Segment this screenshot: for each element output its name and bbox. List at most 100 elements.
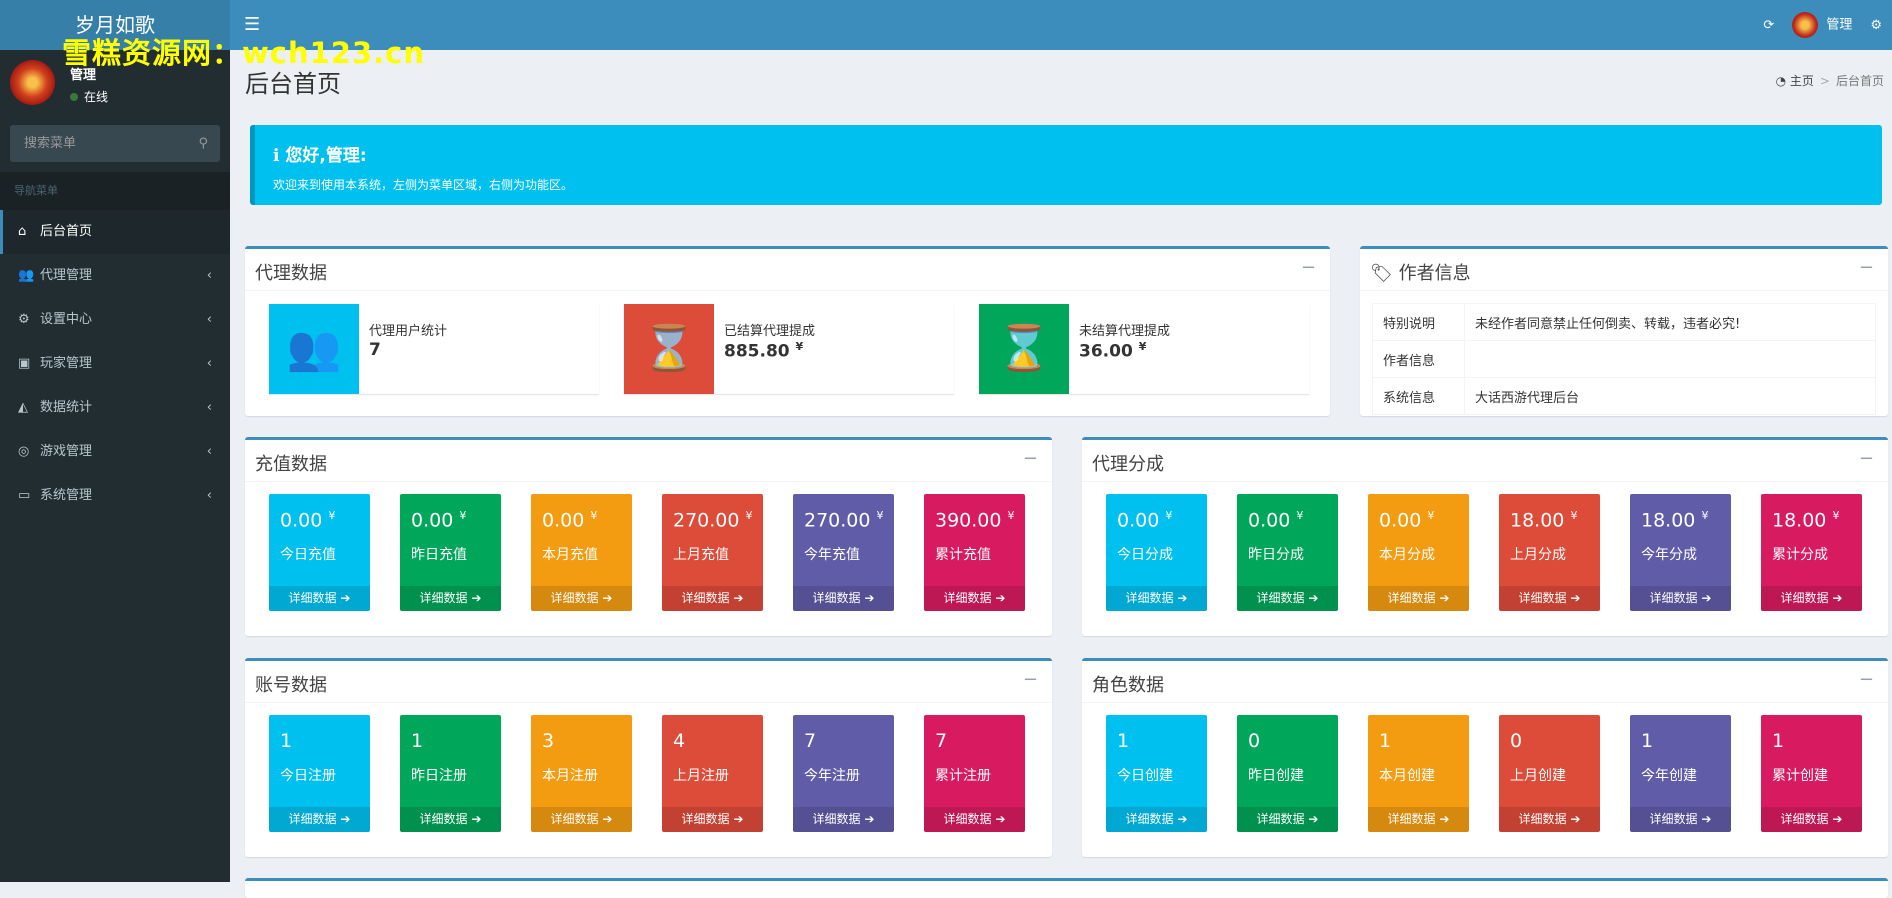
next-box	[245, 878, 1888, 898]
sidebar-item[interactable]: ⚙ 设置中心 ‹	[0, 298, 230, 342]
currency: ¥	[1138, 340, 1147, 353]
sidebar-item[interactable]: ◭ 数据统计 ‹	[0, 386, 230, 430]
stat-tile: 0 上月创建 详细数据 ➔	[1499, 715, 1600, 832]
stat-value: 4	[673, 730, 685, 752]
stat-label: 累计创建	[1772, 768, 1828, 784]
more-info-link[interactable]: 详细数据 ➔	[1630, 586, 1731, 611]
stat-tile: 270.00 ¥ 上月充值详细数据 ➔	[662, 494, 763, 611]
stat-label: 上月充值	[673, 547, 729, 563]
stat-tile: 18.00 ¥ 累计分成 详细数据 ➔	[1761, 494, 1862, 611]
stat-label: 本月充值	[542, 547, 598, 563]
more-info-link[interactable]: 详细数据 ➔	[1368, 807, 1469, 832]
more-info-link[interactable]: 详细数据 ➔	[400, 586, 501, 611]
currency: ¥	[590, 509, 598, 522]
chevron-left-icon: ‹	[206, 488, 212, 503]
more-info-link[interactable]: 详细数据 ➔	[662, 807, 763, 832]
stat-value: 270.00 ¥	[673, 509, 753, 531]
stat-tile: 3 本月注册 详细数据 ➔	[531, 715, 632, 832]
more-info-link[interactable]: 详细数据 ➔	[269, 807, 370, 832]
sidebar-item[interactable]: ▭ 系统管理 ‹	[0, 474, 230, 518]
value: 885.80	[724, 341, 790, 362]
stat-value: 0	[1510, 730, 1522, 752]
value: 0.00	[1248, 509, 1291, 532]
more-label: 详细数据	[550, 812, 599, 826]
sidebar-item[interactable]: ▣ 玩家管理 ‹	[0, 342, 230, 386]
search-input[interactable]: 搜索菜单 ⚲	[10, 125, 220, 162]
collapse-icon[interactable]: −	[1859, 257, 1874, 278]
more-info-link[interactable]: 详细数据 ➔	[793, 586, 894, 611]
more-info-link[interactable]: 详细数据 ➔	[531, 807, 632, 832]
collapse-icon[interactable]: −	[1859, 669, 1874, 690]
breadcrumb-home[interactable]: 主页	[1790, 74, 1814, 88]
desktop-icon: ▭	[18, 488, 31, 503]
currency: ¥	[1570, 509, 1578, 522]
account-data-box: 账号数据 − 1 今日注册 详细数据 ➔ 1 昨日注册 详细数据 ➔ 3 本月注册 详细数据 ➔ 4 上…	[245, 658, 1052, 857]
stat-tile: 7 累计注册 详细数据 ➔	[924, 715, 1025, 832]
currency: ¥	[876, 509, 884, 522]
settings-icon[interactable]: ⚙	[1870, 18, 1882, 33]
user-menu[interactable]: 管理	[1792, 12, 1852, 38]
value: 1	[1641, 730, 1654, 752]
more-info-link[interactable]: 详细数据 ➔	[1368, 586, 1469, 611]
value: 390.00	[935, 509, 1002, 532]
stat-value: 0.00 ¥	[1379, 509, 1434, 531]
more-info-link[interactable]: 详细数据 ➔	[269, 586, 370, 611]
more-info-link[interactable]: 详细数据 ➔	[400, 807, 501, 832]
sidebar-item[interactable]: ⌂ 后台首页	[0, 210, 230, 254]
stat-value: 18.00 ¥	[1641, 509, 1708, 531]
collapse-icon[interactable]: −	[1859, 448, 1874, 469]
stat-label: 昨日充值	[411, 547, 467, 563]
box-title: 作者信息	[1398, 263, 1471, 284]
stat-label: 昨日分成	[1248, 547, 1304, 563]
sidebar: 管理 在线 搜索菜单 ⚲ 导航菜单 ⌂ 后台首页 👥 代理管理 ‹ ⚙ 设置中心 ‹ ▣ 玩家管理 ‹…	[0, 50, 230, 882]
breadcrumb-current: 后台首页	[1835, 74, 1884, 88]
more-label: 详细数据	[1256, 812, 1305, 826]
collapse-icon[interactable]: −	[1023, 669, 1038, 690]
user-status: 在线	[70, 88, 108, 105]
more-info-link[interactable]: 详细数据 ➔	[924, 807, 1025, 832]
more-info-link[interactable]: 详细数据 ➔	[924, 586, 1025, 611]
more-info-link[interactable]: 详细数据 ➔	[1761, 586, 1862, 611]
box-title: 账号数据	[255, 675, 327, 696]
more-info-link[interactable]: 详细数据 ➔	[793, 807, 894, 832]
more-info-link[interactable]: 详细数据 ➔	[1499, 807, 1600, 832]
stat-label: 本月创建	[1379, 768, 1435, 784]
arrow-circle-right-icon: ➔	[1701, 812, 1712, 826]
stat-label: 今日注册	[280, 768, 336, 784]
value: 18.00	[1772, 509, 1827, 532]
stat-tile: 18.00 ¥ 今年分成 详细数据 ➔	[1630, 494, 1731, 611]
sidebar-item[interactable]: 👥 代理管理 ‹	[0, 254, 230, 298]
more-info-link[interactable]: 详细数据 ➔	[1237, 586, 1338, 611]
arrow-circle-right-icon: ➔	[1570, 591, 1581, 605]
collapse-icon[interactable]: −	[1023, 448, 1038, 469]
box-title: 代理数据	[255, 263, 327, 284]
more-info-link[interactable]: 详细数据 ➔	[1237, 807, 1338, 832]
more-info-link[interactable]: 详细数据 ➔	[1630, 807, 1731, 832]
more-info-link[interactable]: 详细数据 ➔	[1106, 586, 1207, 611]
stat-value: 1	[411, 730, 423, 752]
stat-value: 1	[280, 730, 292, 752]
more-info-link[interactable]: 详细数据 ➔	[1761, 807, 1862, 832]
refresh-icon[interactable]: ⟳	[1763, 18, 1774, 33]
more-label: 详细数据	[812, 591, 861, 605]
more-info-link[interactable]: 详细数据 ➔	[662, 586, 763, 611]
author-info-box: 🏷 作者信息 − 特别说明 未经作者同意禁止任何倒卖、转载，违者必究! 作者信息 系统信…	[1360, 246, 1888, 416]
more-info-link[interactable]: 详细数据 ➔	[531, 586, 632, 611]
more-info-link[interactable]: 详细数据 ➔	[1106, 807, 1207, 832]
row-value	[1464, 340, 1876, 378]
sidebar-item[interactable]: ◎ 游戏管理 ‹	[0, 430, 230, 474]
arrow-circle-right-icon: ➔	[1439, 591, 1450, 605]
search-icon[interactable]: ⚲	[198, 125, 208, 162]
stat-value: 18.00 ¥	[1510, 509, 1577, 531]
arrow-circle-right-icon: ➔	[995, 812, 1006, 826]
more-info-link[interactable]: 详细数据 ➔	[1499, 586, 1600, 611]
more-label: 详细数据	[288, 591, 337, 605]
value: 7	[935, 730, 948, 752]
stat-tile: 1 今日创建 详细数据 ➔	[1106, 715, 1207, 832]
stat-tile: 0.00 ¥ 本月分成 详细数据 ➔	[1368, 494, 1469, 611]
chevron-left-icon: ‹	[206, 444, 212, 459]
value: 0	[1510, 730, 1523, 752]
collapse-icon[interactable]: −	[1301, 257, 1316, 278]
value: 36.00	[1079, 341, 1133, 362]
stat-label: 累计充值	[935, 547, 991, 563]
